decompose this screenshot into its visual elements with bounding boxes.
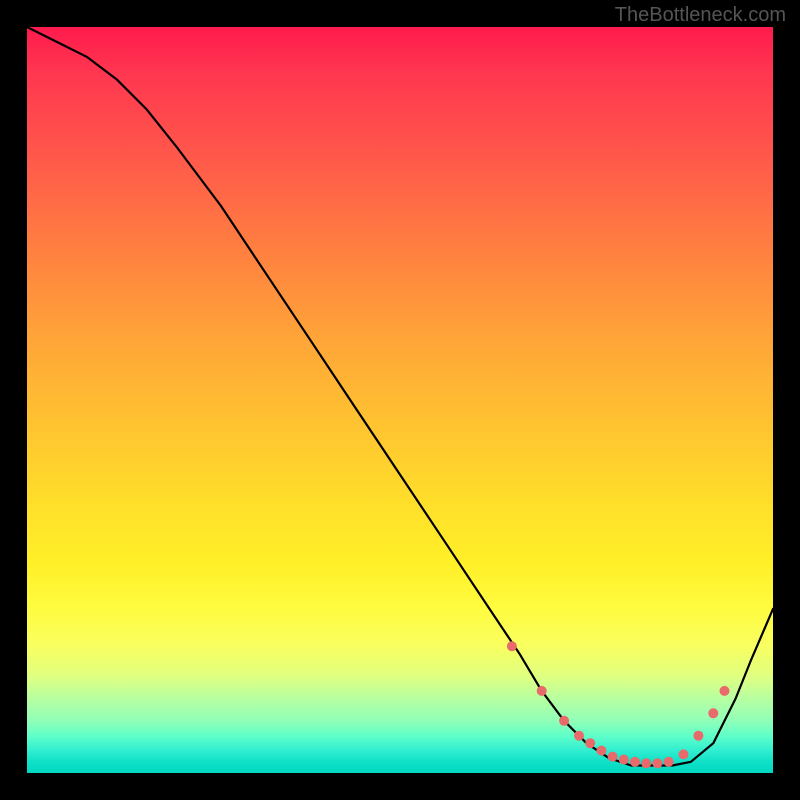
curve-marker-dot: [679, 749, 689, 759]
curve-marker-dot: [693, 731, 703, 741]
curve-marker-dot: [708, 708, 718, 718]
curve-marker-dot: [664, 757, 674, 767]
watermark-text: TheBottleneck.com: [615, 4, 786, 27]
curve-marker-dot: [596, 746, 606, 756]
curve-marker-dot: [507, 641, 517, 651]
curve-marker-dot: [641, 758, 651, 768]
curve-marker-dot: [652, 758, 662, 768]
curve-marker-dot: [537, 686, 547, 696]
curve-marker-dot: [608, 752, 618, 762]
curve-marker-dot: [574, 731, 584, 741]
curve-marker-dot: [630, 757, 640, 767]
curve-marker-dot: [720, 686, 730, 696]
curve-marker-dot: [559, 716, 569, 726]
curve-marker-dot: [619, 755, 629, 765]
chart-overlay-svg: [27, 27, 773, 773]
curve-markers: [507, 641, 730, 768]
bottleneck-curve: [27, 27, 773, 766]
chart-plot-area: [27, 27, 773, 773]
curve-marker-dot: [585, 738, 595, 748]
